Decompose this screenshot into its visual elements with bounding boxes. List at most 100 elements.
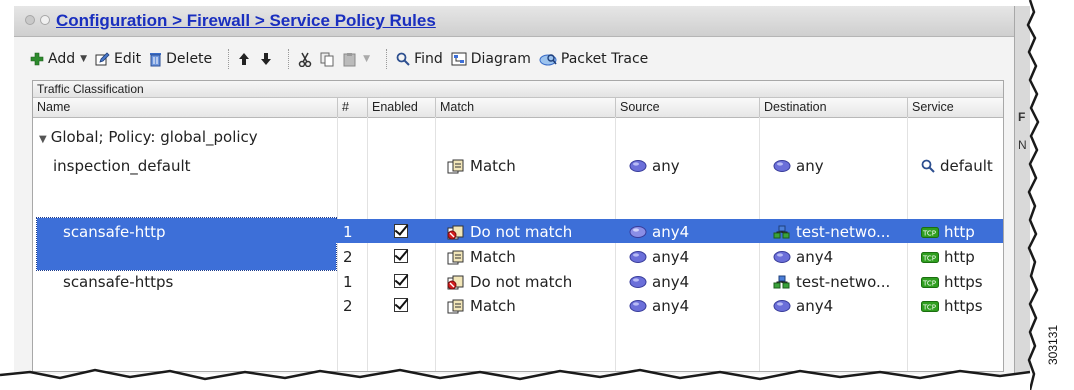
row-source: any4	[629, 223, 689, 241]
plus-icon	[30, 52, 44, 66]
asdm-window: Configuration > Firewall > Service Polic…	[14, 6, 1030, 374]
copy-icon	[320, 52, 334, 66]
column-divider	[367, 117, 368, 371]
do-not-match-icon	[447, 225, 464, 239]
col-header-destination[interactable]: Destination	[759, 98, 907, 117]
edit-icon	[95, 51, 110, 65]
enabled-checkbox[interactable]	[394, 298, 408, 312]
match-icon	[447, 299, 464, 313]
edit-label: Edit	[114, 51, 142, 67]
row-destination: any4	[773, 248, 833, 266]
row-service: TCP https	[921, 273, 983, 291]
network-object-icon	[629, 251, 647, 263]
row-number: 2	[343, 297, 353, 315]
enabled-checkbox[interactable]	[394, 274, 408, 288]
network-object-icon	[629, 226, 647, 238]
column-divider	[759, 117, 760, 371]
packet-trace-icon	[539, 54, 557, 66]
paste-button[interactable]: ▼	[343, 52, 370, 67]
policy-group-row[interactable]: ▼ Global; Policy: global_policy	[39, 128, 258, 146]
col-header-enabled[interactable]: Enabled	[367, 98, 435, 117]
svg-text:TCP: TCP	[922, 229, 936, 237]
col-header-source[interactable]: Source	[615, 98, 759, 117]
magnifier-icon	[921, 159, 935, 173]
column-divider	[337, 117, 338, 371]
diagram-button[interactable]: Diagram	[451, 51, 531, 67]
row-service: TCP http	[921, 223, 975, 241]
col-header-number[interactable]: #	[337, 98, 367, 117]
row-service: TCP http	[921, 248, 975, 266]
row-source: any4	[629, 273, 689, 291]
row-source: any	[629, 157, 680, 175]
row-name: scansafe-http	[63, 223, 166, 241]
packet-trace-label: Packet Trace	[560, 51, 649, 67]
network-object-icon	[773, 251, 791, 263]
arrow-down-icon	[261, 53, 272, 65]
breadcrumb[interactable]: Configuration > Firewall > Service Polic…	[56, 11, 436, 31]
enabled-checkbox[interactable]	[394, 224, 408, 238]
packet-trace-button[interactable]: Packet Trace	[539, 51, 648, 67]
col-header-service[interactable]: Service	[907, 98, 1003, 117]
row-service: TCP https	[921, 297, 983, 315]
diagram-label: Diagram	[470, 51, 531, 67]
magnifier-icon	[396, 52, 410, 66]
tcp-service-icon: TCP	[921, 251, 939, 263]
column-group-header: Traffic Classification	[33, 81, 1003, 98]
row-destination: any4	[773, 297, 833, 315]
delete-button[interactable]: Delete	[149, 51, 212, 67]
do-not-match-icon	[447, 275, 464, 289]
move-down-button[interactable]	[260, 52, 272, 66]
tcp-service-icon: TCP	[921, 300, 939, 312]
column-headers: Name # Enabled Match Source Destination …	[33, 98, 1003, 118]
delete-label: Delete	[166, 51, 213, 67]
network-object-icon	[629, 276, 647, 288]
row-service: default	[921, 157, 993, 175]
toolbar-separator	[386, 49, 388, 69]
network-object-icon	[773, 160, 791, 172]
network-object-icon	[629, 300, 647, 312]
network-group-icon	[773, 275, 790, 288]
col-header-match[interactable]: Match	[435, 98, 615, 117]
row-enabled[interactable]	[394, 298, 408, 312]
paste-dropdown-icon[interactable]: ▼	[363, 54, 370, 64]
title-bar: Configuration > Firewall > Service Polic…	[14, 6, 1014, 37]
expand-triangle-icon[interactable]: ▼	[39, 134, 47, 145]
row-enabled[interactable]	[394, 224, 408, 238]
move-up-button[interactable]	[238, 52, 250, 66]
copy-button[interactable]	[320, 52, 335, 67]
add-dropdown-icon[interactable]: ▼	[80, 54, 87, 64]
row-enabled[interactable]	[394, 249, 408, 263]
window-controls[interactable]	[25, 15, 50, 25]
paste-icon	[343, 52, 356, 66]
enabled-checkbox[interactable]	[394, 249, 408, 263]
match-icon	[447, 159, 464, 173]
tcp-service-icon: TCP	[921, 276, 939, 288]
trash-icon	[150, 53, 162, 67]
column-divider	[907, 117, 908, 371]
arrow-up-icon	[239, 53, 250, 65]
row-number: 2	[343, 248, 353, 266]
find-button[interactable]: Find	[396, 51, 443, 67]
scissors-icon	[298, 52, 312, 67]
toolbar: Add ▼ Edit Delete ▼ Find Diagram Packet …	[14, 44, 1014, 74]
window-dot-2[interactable]	[40, 15, 50, 25]
row-enabled[interactable]	[394, 274, 408, 288]
row-match: Do not match	[447, 223, 572, 241]
add-button[interactable]: Add ▼	[30, 51, 87, 67]
edit-button[interactable]: Edit	[95, 51, 141, 67]
tcp-service-icon: TCP	[921, 226, 939, 238]
cut-button[interactable]	[298, 52, 312, 67]
row-number: 1	[343, 223, 353, 241]
col-header-name[interactable]: Name	[33, 98, 337, 117]
find-label: Find	[414, 51, 443, 67]
add-label: Add	[48, 51, 76, 67]
row-match: Do not match	[447, 273, 572, 291]
torn-edge-bottom	[0, 368, 1031, 390]
window-dot-1[interactable]	[25, 15, 35, 25]
row-destination: test-netwo...	[773, 223, 890, 241]
rules-table: Traffic Classification Name # Enabled Ma…	[32, 80, 1004, 372]
row-destination: test-netwo...	[773, 273, 890, 291]
row-match: Match	[447, 297, 516, 315]
row-number: 1	[343, 273, 353, 291]
match-icon	[447, 250, 464, 264]
